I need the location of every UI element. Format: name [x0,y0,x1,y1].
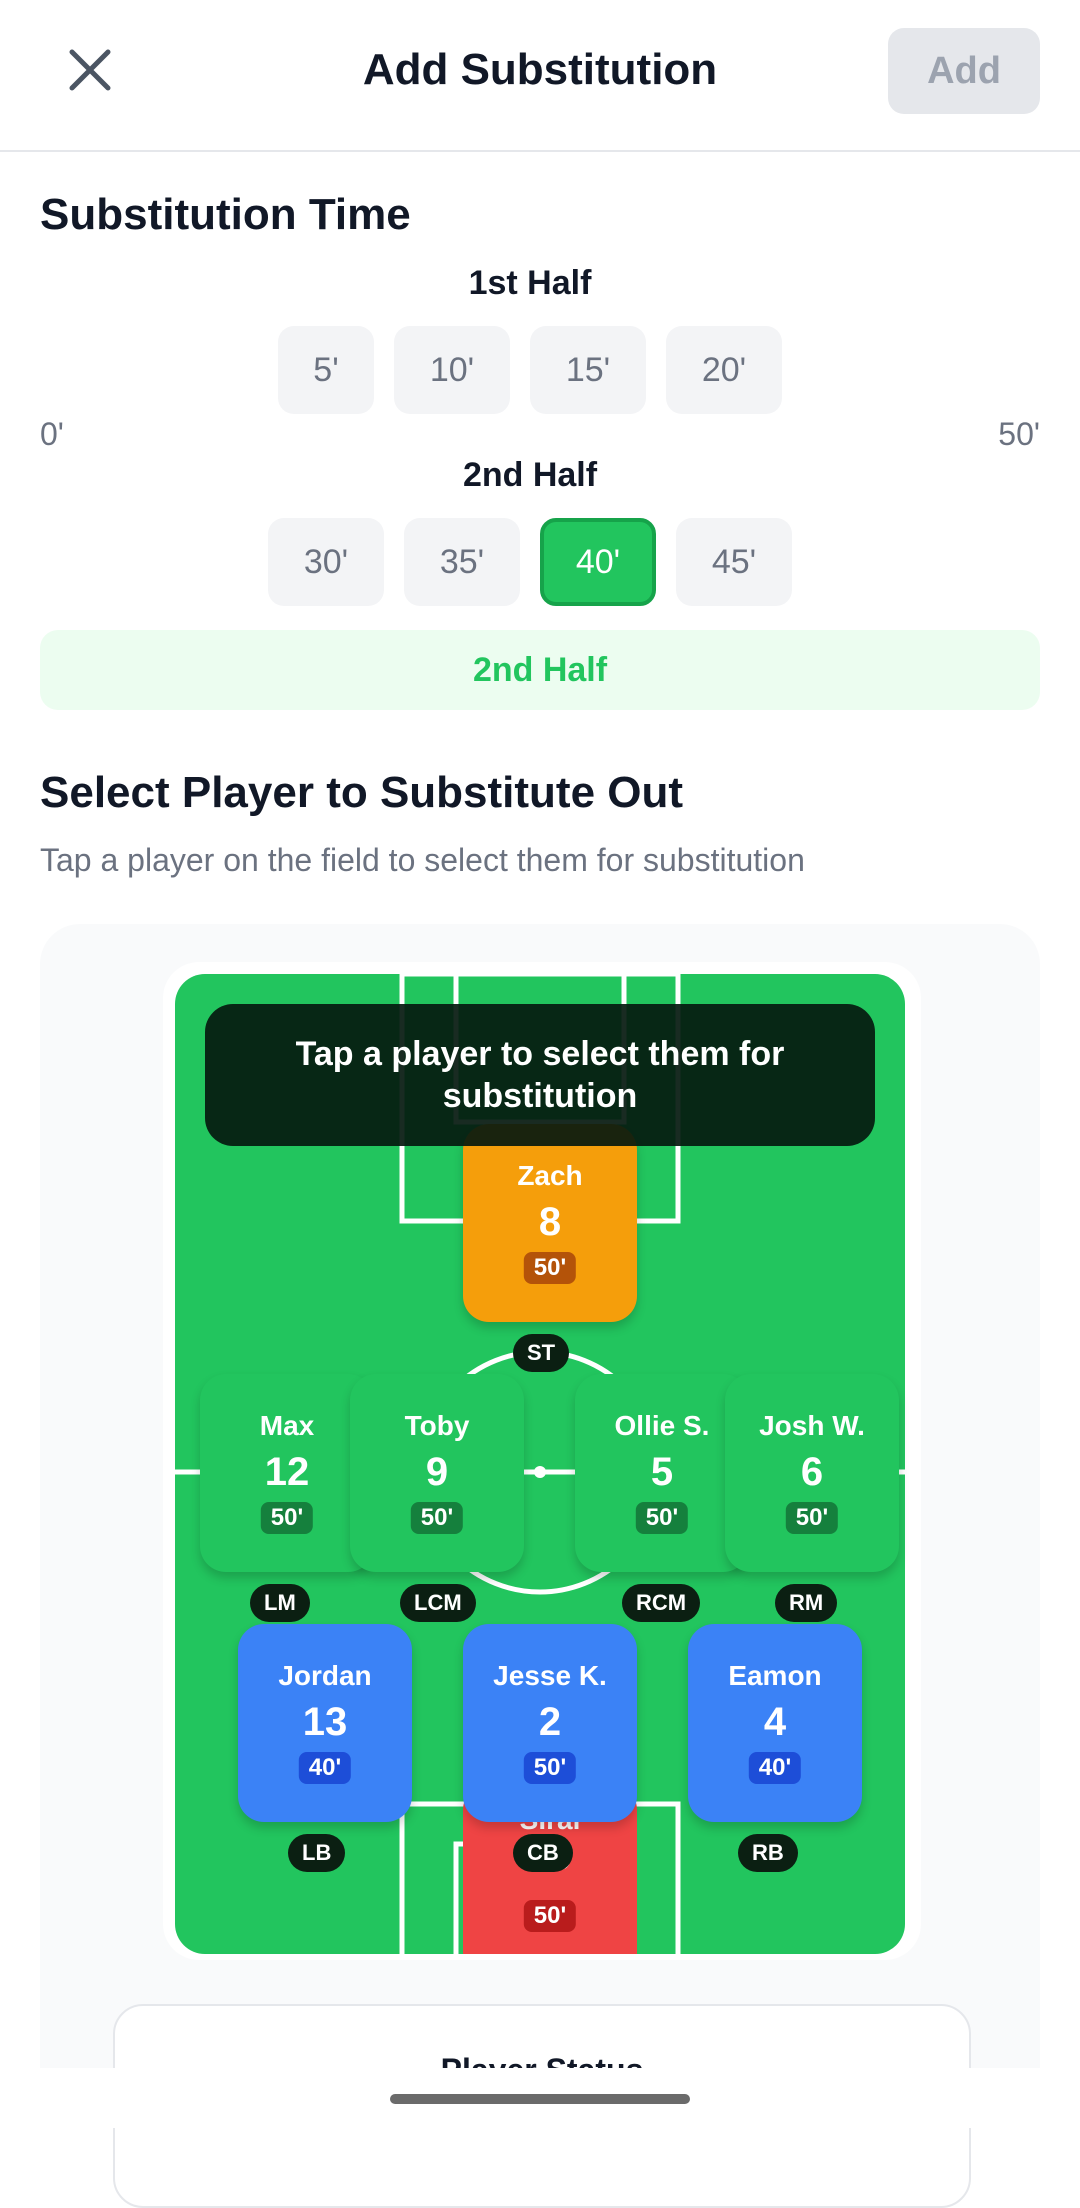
position-badge-rcm: RCM [622,1584,701,1622]
time-option[interactable]: 30' [268,518,384,606]
player-minutes: 50' [523,1252,577,1284]
player-card-jordan[interactable]: Jordan 13 40' [238,1624,412,1822]
range-start-label: 0' [40,416,64,452]
player-number: 13 [302,1700,348,1744]
home-indicator[interactable] [390,2094,690,2104]
position-badge-st: ST [513,1334,570,1372]
time-option[interactable]: 15' [530,326,646,414]
select-player-tooltip: Tap a player to select them for substitu… [205,1004,875,1146]
player-number: 9 [425,1450,449,1494]
player-minutes: 50' [260,1502,314,1534]
player-name: Jordan [278,1660,372,1691]
range-end-label: 50' [998,416,1040,452]
position-badge-cb: CB [513,1834,573,1872]
player-name: Max [259,1410,315,1441]
player-name: Toby [404,1410,470,1441]
player-number: 12 [264,1450,310,1494]
player-number: 5 [650,1450,674,1494]
substitution-time-title: Substitution Time [40,190,411,239]
player-number: 6 [800,1450,824,1494]
second-half-times: 30' 35' 40' 45' [0,518,1060,606]
second-half-label: 2nd Half [462,456,598,494]
first-half-label: 1st Half [468,264,592,302]
position-badge-rm: RM [775,1584,838,1622]
position-badge-rb: RB [738,1834,798,1872]
time-option-selected[interactable]: 40' [540,518,656,606]
time-option[interactable]: 20' [666,326,782,414]
player-card-ollie-s[interactable]: Ollie S. 5 50' [575,1374,749,1572]
player-name: Jesse K. [493,1660,607,1691]
time-option[interactable]: 10' [394,326,510,414]
position-badge-lcm: LCM [400,1584,476,1622]
select-player-subtitle: Tap a player on the field to select them… [40,842,805,878]
first-half-times: 5' 10' 15' 20' [0,326,1060,414]
selected-half-banner: 2nd Half [40,630,1040,710]
player-minutes: 50' [523,1752,577,1784]
player-minutes: 40' [748,1752,802,1784]
player-minutes: 50' [410,1502,464,1534]
player-name: Josh W. [759,1410,865,1441]
time-option[interactable]: 5' [278,326,374,414]
player-minutes: 40' [298,1752,352,1784]
player-name: Zach [517,1160,583,1191]
add-button[interactable]: Add [888,28,1040,114]
player-card-josh-w[interactable]: Josh W. 6 50' [725,1374,899,1572]
player-minutes: 50' [785,1502,839,1534]
position-badge-lb: LB [288,1834,346,1872]
player-minutes: 50' [523,1900,577,1932]
player-card-toby[interactable]: Toby 9 50' [350,1374,524,1572]
player-number: 2 [538,1700,562,1744]
select-player-title: Select Player to Substitute Out [40,768,684,817]
player-number: 8 [538,1200,562,1244]
position-badge-lm: LM [250,1584,310,1622]
player-card-zach[interactable]: Zach 8 50' [463,1124,637,1322]
time-option[interactable]: 35' [404,518,520,606]
player-number: 4 [763,1700,787,1744]
player-card-jesse-k[interactable]: Jesse K. 2 50' [463,1624,637,1822]
player-card-max[interactable]: Max 12 50' [200,1374,374,1572]
player-card-eamon[interactable]: Eamon 4 40' [688,1624,862,1822]
player-name: Ollie S. [614,1410,710,1441]
player-minutes: 50' [635,1502,689,1534]
time-option[interactable]: 45' [676,518,792,606]
player-name: Eamon [728,1660,822,1691]
header: Add Substitution Add [0,0,1080,152]
